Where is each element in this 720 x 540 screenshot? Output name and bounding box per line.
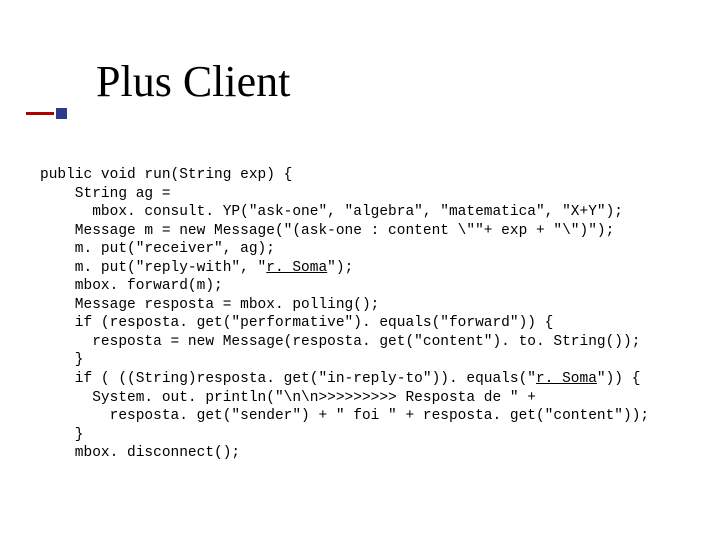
slide: Plus Client public void run(String exp) … <box>0 0 720 540</box>
code-line: ")) { <box>597 371 641 387</box>
code-line: resposta = new Message(resposta. get("co… <box>40 334 640 350</box>
code-underlined: r. Soma <box>266 260 327 276</box>
code-line: Message m = new Message("(ask-one : cont… <box>40 223 614 239</box>
code-line: mbox. disconnect(); <box>40 445 240 461</box>
code-line: m. put("receiver", ag); <box>40 241 275 257</box>
code-line: if (resposta. get("performative"). equal… <box>40 315 553 331</box>
accent-square <box>56 108 67 119</box>
code-line: if ( ((String)resposta. get("in-reply-to… <box>40 371 536 387</box>
code-line: System. out. println("\n\n>>>>>>>>> Resp… <box>40 390 536 406</box>
slide-title: Plus Client <box>96 56 290 107</box>
code-block: public void run(String exp) { String ag … <box>40 166 710 463</box>
code-line: public void run(String exp) { <box>40 167 292 183</box>
accent-bar <box>26 112 54 115</box>
code-line: String ag = <box>40 186 171 202</box>
code-line: "); <box>327 260 353 276</box>
code-line: resposta. get("sender") + " foi " + resp… <box>40 408 649 424</box>
code-line: mbox. consult. YP("ask-one", "algebra", … <box>40 204 623 220</box>
code-line: } <box>40 427 84 443</box>
code-line: } <box>40 352 84 368</box>
code-line: mbox. forward(m); <box>40 278 223 294</box>
code-underlined: r. Soma <box>536 371 597 387</box>
code-line: Message resposta = mbox. polling(); <box>40 297 379 313</box>
code-line: m. put("reply-with", " <box>40 260 266 276</box>
